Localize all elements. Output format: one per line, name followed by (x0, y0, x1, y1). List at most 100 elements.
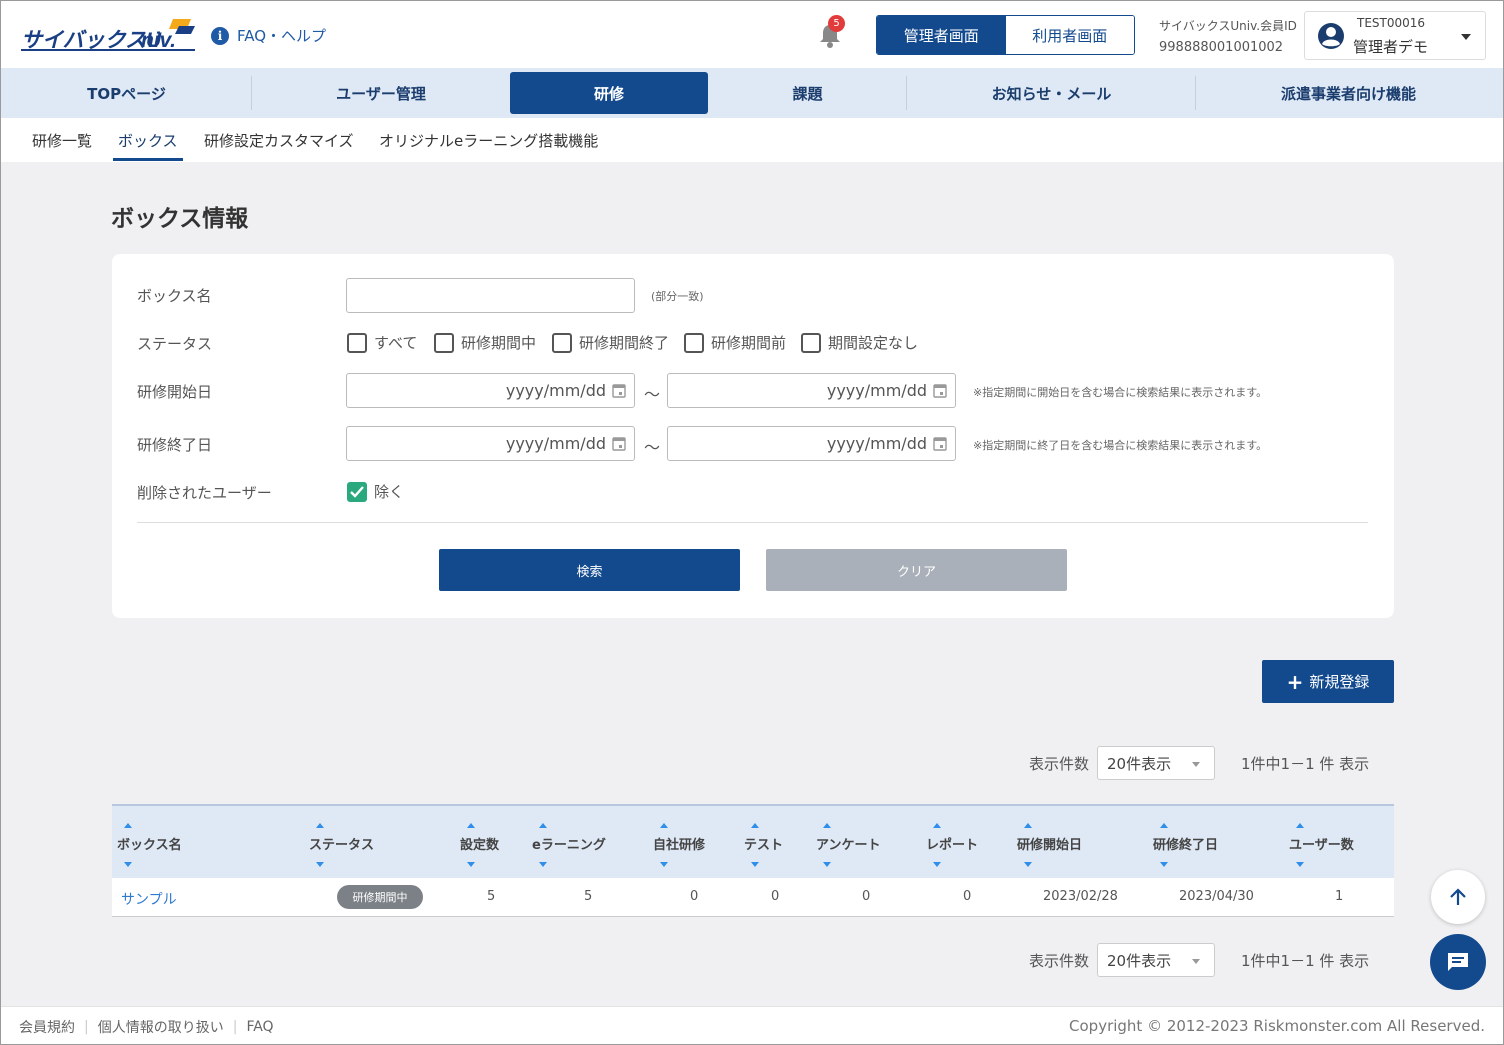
cell-end-date: 2023/04/30 (1179, 889, 1254, 904)
checkbox-label: 研修期間前 (711, 334, 787, 352)
footer-terms-link[interactable]: 会員規約 (19, 1017, 75, 1037)
chat-icon (1448, 953, 1468, 971)
result-summary: 1件中1－1 件 表示 (1241, 754, 1370, 773)
end-date-from-input[interactable]: yyyy/mm/dd (346, 426, 635, 461)
search-button[interactable]: 検索 (439, 549, 740, 591)
sort-desc-icon[interactable] (1296, 862, 1304, 867)
checkbox-label: すべて (374, 334, 418, 352)
calendar-icon (933, 384, 947, 398)
col-start-date[interactable]: 研修開始日 (1017, 834, 1082, 853)
sort-asc-icon[interactable] (1296, 823, 1304, 828)
footer-separator: | (84, 1019, 89, 1035)
status-label: ステータス (137, 335, 213, 353)
subnav-box[interactable]: ボックス (118, 130, 178, 151)
member-id-label: サイバックスUniv.会員ID (1159, 19, 1297, 33)
col-inhouse[interactable]: 自社研修 (653, 834, 705, 853)
sort-asc-icon[interactable] (316, 823, 324, 828)
sort-desc-icon[interactable] (1024, 862, 1032, 867)
sort-asc-icon[interactable] (1024, 823, 1032, 828)
sort-asc-icon[interactable] (467, 823, 475, 828)
arrow-up-icon (1450, 888, 1466, 905)
checkbox-label: 研修期間中 (461, 334, 537, 352)
calendar-icon (612, 437, 626, 451)
start-date-to-input[interactable]: yyyy/mm/dd (667, 373, 956, 408)
nav-assignments[interactable]: 課題 (708, 68, 907, 118)
sort-desc-icon[interactable] (933, 862, 941, 867)
clear-button[interactable]: クリア (766, 549, 1067, 591)
sort-desc-icon[interactable] (467, 862, 475, 867)
site-logo[interactable]: サイバックスU niv. (19, 17, 199, 53)
col-users[interactable]: ユーザー数 (1289, 834, 1354, 853)
box-name-link[interactable]: サンプル (121, 889, 177, 909)
sort-desc-icon[interactable] (751, 862, 759, 867)
exclude-deleted-checkbox[interactable]: 除く (347, 481, 404, 502)
sort-desc-icon[interactable] (1160, 862, 1168, 867)
col-survey[interactable]: アンケート (816, 834, 880, 853)
start-date-hint: ※指定期間に開始日を含む場合に検索結果に表示されます。 (973, 386, 1268, 399)
sort-asc-icon[interactable] (823, 823, 831, 828)
scroll-top-button[interactable] (1431, 870, 1485, 924)
subnav-original-elearning[interactable]: オリジナルeラーニング搭載機能 (379, 130, 598, 151)
col-elearning[interactable]: eラーニング (532, 834, 606, 853)
status-no-period-checkbox[interactable]: 期間設定なし (801, 332, 918, 353)
deleted-users-label: 削除されたユーザー (137, 484, 272, 502)
sort-desc-icon[interactable] (124, 862, 132, 867)
sort-asc-icon[interactable] (1160, 823, 1168, 828)
col-test[interactable]: テスト (744, 834, 783, 853)
footer-privacy-link[interactable]: 個人情報の取り扱い (98, 1017, 224, 1037)
pager-bottom: 表示件数 20件表示 1件中1－1 件 表示 (1029, 943, 1369, 977)
checkbox-box (434, 332, 454, 353)
status-in-progress-checkbox[interactable]: 研修期間中 (434, 332, 536, 353)
new-register-button[interactable]: + 新規登録 (1262, 660, 1394, 703)
calendar-icon (612, 384, 626, 398)
status-ended-checkbox[interactable]: 研修期間終了 (552, 332, 669, 353)
col-status[interactable]: ステータス (309, 834, 374, 853)
nav-user-management[interactable]: ユーザー管理 (252, 68, 510, 118)
checkbox-box (684, 332, 704, 353)
user-mode-button[interactable]: 利用者画面 (1005, 16, 1134, 54)
account-name: 管理者デモ (1353, 38, 1429, 56)
checkbox-label: 期間設定なし (828, 334, 919, 352)
col-settings[interactable]: 設定数 (460, 834, 499, 853)
page-size-value: 20件表示 (1107, 951, 1172, 970)
page-size-select[interactable]: 20件表示 (1097, 746, 1216, 780)
start-date-from-input[interactable]: yyyy/mm/dd (346, 373, 635, 408)
sort-asc-icon[interactable] (124, 823, 132, 828)
status-all-checkbox[interactable]: すべて (347, 332, 417, 353)
svg-text:niv.: niv. (141, 29, 176, 52)
sort-asc-icon[interactable] (660, 823, 668, 828)
nav-news-mail[interactable]: お知らせ・メール (907, 68, 1196, 118)
footer-faq-link[interactable]: FAQ (246, 1019, 273, 1035)
nav-top[interactable]: TOPページ (1, 68, 252, 118)
sort-desc-icon[interactable] (823, 862, 831, 867)
subnav-customize[interactable]: 研修設定カスタマイズ (204, 130, 354, 151)
box-name-input[interactable] (346, 278, 635, 313)
notification-badge: 5 (828, 15, 845, 32)
status-before-checkbox[interactable]: 研修期間前 (684, 332, 786, 353)
page-size-label: 表示件数 (1029, 754, 1090, 773)
faq-help-link[interactable]: i FAQ・ヘルプ (211, 25, 326, 46)
sort-asc-icon[interactable] (933, 823, 941, 828)
admin-mode-button[interactable]: 管理者画面 (877, 16, 1006, 54)
nav-training[interactable]: 研修 (510, 72, 708, 114)
chat-button[interactable] (1430, 934, 1486, 990)
start-date-label: 研修開始日 (137, 383, 213, 401)
page-size-value: 20件表示 (1107, 754, 1172, 773)
account-menu[interactable]: TEST00016 管理者デモ (1304, 11, 1486, 60)
end-date-to-input[interactable]: yyyy/mm/dd (667, 426, 956, 461)
sort-asc-icon[interactable] (539, 823, 547, 828)
col-report[interactable]: レポート (926, 834, 978, 853)
sort-desc-icon[interactable] (316, 862, 324, 867)
checkbox-label: 除く (374, 483, 405, 501)
sort-asc-icon[interactable] (751, 823, 759, 828)
sort-desc-icon[interactable] (539, 862, 547, 867)
sort-desc-icon[interactable] (660, 862, 668, 867)
page-size-select[interactable]: 20件表示 (1097, 943, 1216, 977)
col-end-date[interactable]: 研修終了日 (1153, 834, 1218, 853)
check-icon (350, 485, 364, 498)
new-register-label: 新規登録 (1309, 673, 1370, 691)
subnav-training-list[interactable]: 研修一覧 (32, 130, 92, 151)
col-box-name[interactable]: ボックス名 (117, 834, 182, 853)
checkbox-box (552, 332, 572, 353)
nav-dispatch-features[interactable]: 派遣事業者向け機能 (1196, 68, 1501, 118)
